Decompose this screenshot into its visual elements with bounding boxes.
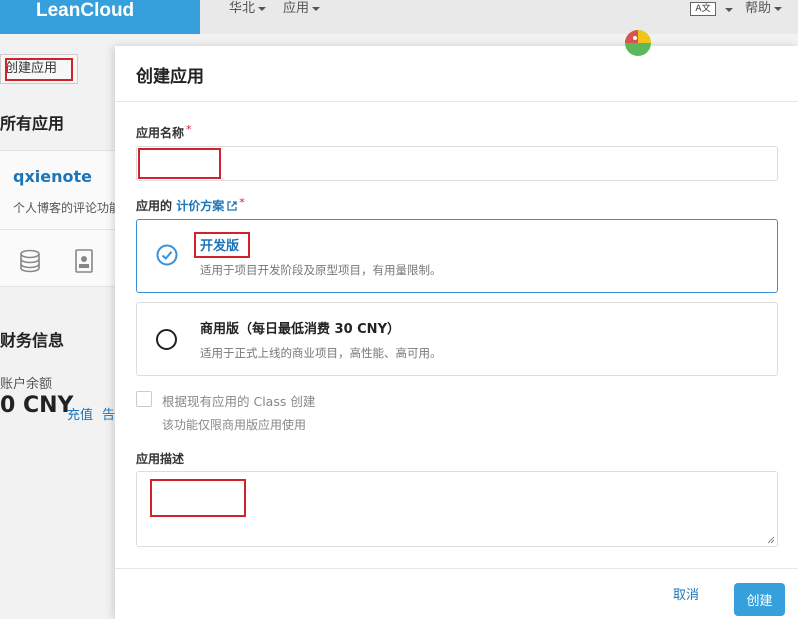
- modal-title: 创建应用: [136, 67, 204, 87]
- cancel-button[interactable]: 取消: [673, 584, 699, 603]
- modal-header: 创建应用: [115, 46, 798, 102]
- help-dropdown[interactable]: 帮助: [745, 0, 783, 20]
- description-label: 应用描述: [136, 452, 185, 466]
- clone-class-help: 该功能仅限商用版应用使用: [162, 418, 307, 432]
- app-name-link[interactable]: qxienote: [13, 167, 92, 186]
- alert-link[interactable]: 告: [102, 404, 115, 423]
- chevron-down-icon: [312, 6, 321, 11]
- required-mark: *: [239, 196, 245, 209]
- language-icon[interactable]: A文: [690, 2, 716, 16]
- create-app-modal: 创建应用 应用名称 * 应用的 计价方案 * 开发版 适用于项目开发阶段及原型项目，…: [115, 46, 798, 619]
- help-label: 帮助: [745, 1, 772, 16]
- finance-heading: 财务信息: [0, 331, 65, 350]
- divider: [0, 229, 118, 230]
- clone-class-checkbox[interactable]: [136, 391, 152, 407]
- app-name-input[interactable]: [136, 146, 778, 181]
- apps-label: 应用: [283, 1, 310, 16]
- pricing-label: 应用的 计价方案 *: [136, 196, 245, 214]
- all-apps-heading: 所有应用: [0, 114, 65, 133]
- plan-option-business[interactable]: 商用版（每日最低消费 30 CNY） 适用于正式上线的商业项目，高性能、高可用。: [136, 302, 778, 376]
- brand-logo[interactable]: LeanCloud: [0, 0, 200, 34]
- annotation-box: [194, 232, 250, 258]
- app-card[interactable]: qxienote 个人博客的评论功能: [0, 150, 118, 287]
- chevron-down-icon: [258, 6, 267, 11]
- annotation-box: [5, 58, 73, 81]
- chevron-down-icon[interactable]: [725, 8, 733, 12]
- recharge-link[interactable]: 充值: [67, 404, 93, 423]
- required-mark: *: [186, 123, 192, 136]
- contact-card-icon[interactable]: [75, 249, 93, 273]
- annotation-box: [150, 479, 246, 517]
- plan-description: 适用于正式上线的商业项目，高性能、高可用。: [200, 346, 442, 360]
- annotation-box: [138, 148, 221, 179]
- plan-option-dev[interactable]: 开发版 适用于项目开发阶段及原型项目，有用量限制。: [136, 219, 778, 293]
- app-name-label: 应用名称 *: [136, 123, 192, 141]
- pricing-link[interactable]: 计价方案: [176, 199, 237, 213]
- radio-button[interactable]: [156, 329, 177, 350]
- create-button[interactable]: 创建: [734, 583, 785, 616]
- check-circle-icon: [156, 244, 178, 266]
- pricing-label-prefix: 应用的: [136, 199, 173, 213]
- database-icon[interactable]: [19, 249, 41, 273]
- balance-label: 账户余额: [0, 377, 53, 392]
- region-label: 华北: [229, 1, 256, 16]
- resize-handle-icon[interactable]: [767, 536, 775, 544]
- apps-dropdown[interactable]: 应用: [283, 0, 321, 20]
- plan-title: 商用版（每日最低消费 30 CNY）: [200, 322, 400, 337]
- floating-avatar-icon[interactable]: [624, 29, 652, 57]
- region-dropdown[interactable]: 华北: [229, 0, 267, 20]
- modal-footer: 取消 创建: [115, 568, 798, 619]
- pricing-link-text: 计价方案: [176, 199, 225, 213]
- plan-description: 适用于项目开发阶段及原型项目，有用量限制。: [200, 263, 442, 277]
- external-link-icon: [227, 201, 237, 211]
- clone-class-label: 根据现有应用的 Class 创建: [162, 394, 316, 409]
- app-description: 个人博客的评论功能: [13, 201, 118, 215]
- app-name-label-text: 应用名称: [136, 126, 185, 140]
- top-navbar: LeanCloud 华北 应用 A文 帮助: [0, 0, 798, 34]
- balance-value: 0 CNY: [0, 393, 74, 418]
- chevron-down-icon: [774, 6, 783, 11]
